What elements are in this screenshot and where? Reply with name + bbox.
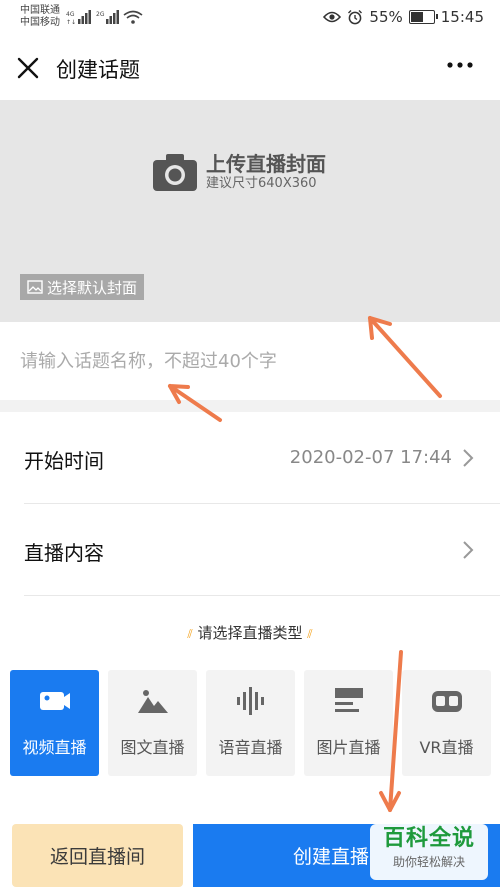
live-type-text-image[interactable]: 图文直播 [108,670,197,776]
carrier-info: 中国联通 中国移动 [20,5,60,29]
watermark-subtitle: 助你轻松解决 [392,855,465,869]
live-type-label: 图片直播 [316,738,381,757]
watermark-logo: 百科全说 助你轻松解决 [370,824,488,880]
network-2-label: 2G [96,11,105,18]
battery-percent: 55% [369,8,403,26]
battery-icon [408,10,438,24]
live-type-picture[interactable]: 图片直播 [304,670,393,776]
live-content-row[interactable]: 直播内容 [0,504,500,596]
live-type-video[interactable]: 视频直播 [10,670,99,776]
battery-fill [410,12,423,22]
live-type-label: 视频直播 [22,738,87,757]
live-type-heading-text: 请选择直播类型 [197,624,303,642]
picture-list-icon [335,688,363,712]
carrier-1: 中国联通 [20,5,60,16]
vr-headset-icon [432,691,462,712]
chevron-right-icon [463,541,474,559]
upload-cover-button[interactable]: 上传直播封面 建议尺寸640X360 [152,152,326,192]
decoration-icon: ⫽ [307,627,313,641]
live-type-audio[interactable]: 语音直播 [206,670,295,776]
network-1-label: 4G [66,11,75,18]
upload-cover-hint: 建议尺寸640X360 [206,176,317,191]
topic-name-input[interactable] [0,322,500,400]
upload-cover-title: 上传直播封面 [206,152,326,176]
carrier-2: 中国移动 [20,17,60,28]
audio-wave-icon [237,687,264,715]
video-camera-icon [40,692,70,710]
status-right: 55% 15:45 [323,8,484,26]
page-title: 创建话题 [56,58,140,82]
live-type-options: 视频直播 图文直播 语音直播 图片直播 VR直播 [10,670,491,776]
default-cover-label: 选择默认封面 [47,278,138,297]
decoration-icon: ⫽ [187,627,193,641]
live-type-vr[interactable]: VR直播 [402,670,491,776]
back-to-live-room-button[interactable]: 返回直播间 [12,824,183,887]
signal-icon: 4G ↑↓ 2G [66,10,143,25]
start-time-label: 开始时间 [24,449,104,473]
live-type-label: VR直播 [419,738,474,757]
eye-icon [323,11,342,23]
image-icon [27,280,43,294]
default-cover-button[interactable]: 选择默认封面 [20,274,145,300]
page-header: 创建话题 [0,36,500,100]
alarm-icon [348,10,363,25]
status-bar: 中国联通 中国移动 4G ↑↓ 2G 55% 15:45 [0,0,500,36]
image-mountain-icon [138,690,168,713]
camera-icon [153,154,197,191]
live-type-section: ⫽ 请选择直播类型 ⫽ 视频直播 图文直播 语音直播 图片直播 VR直播 [0,596,500,806]
live-type-heading: ⫽ 请选择直播类型 ⫽ [0,622,500,643]
chevron-right-icon [463,449,474,467]
live-type-label: 图文直播 [120,738,185,757]
watermark-title: 百科全说 [382,826,475,851]
cover-upload-area[interactable]: 上传直播封面 建议尺寸640X360 选择默认封面 [0,100,500,322]
start-time-value: 2020-02-07 17:44 [289,447,452,468]
live-content-label: 直播内容 [24,541,104,565]
start-time-row[interactable]: 开始时间 2020-02-07 17:44 [0,412,500,504]
more-icon[interactable] [446,60,474,70]
clock: 15:45 [440,8,484,26]
svg-text:↑↓: ↑↓ [66,19,76,25]
live-type-label: 语音直播 [218,738,283,757]
close-icon[interactable] [14,54,42,82]
